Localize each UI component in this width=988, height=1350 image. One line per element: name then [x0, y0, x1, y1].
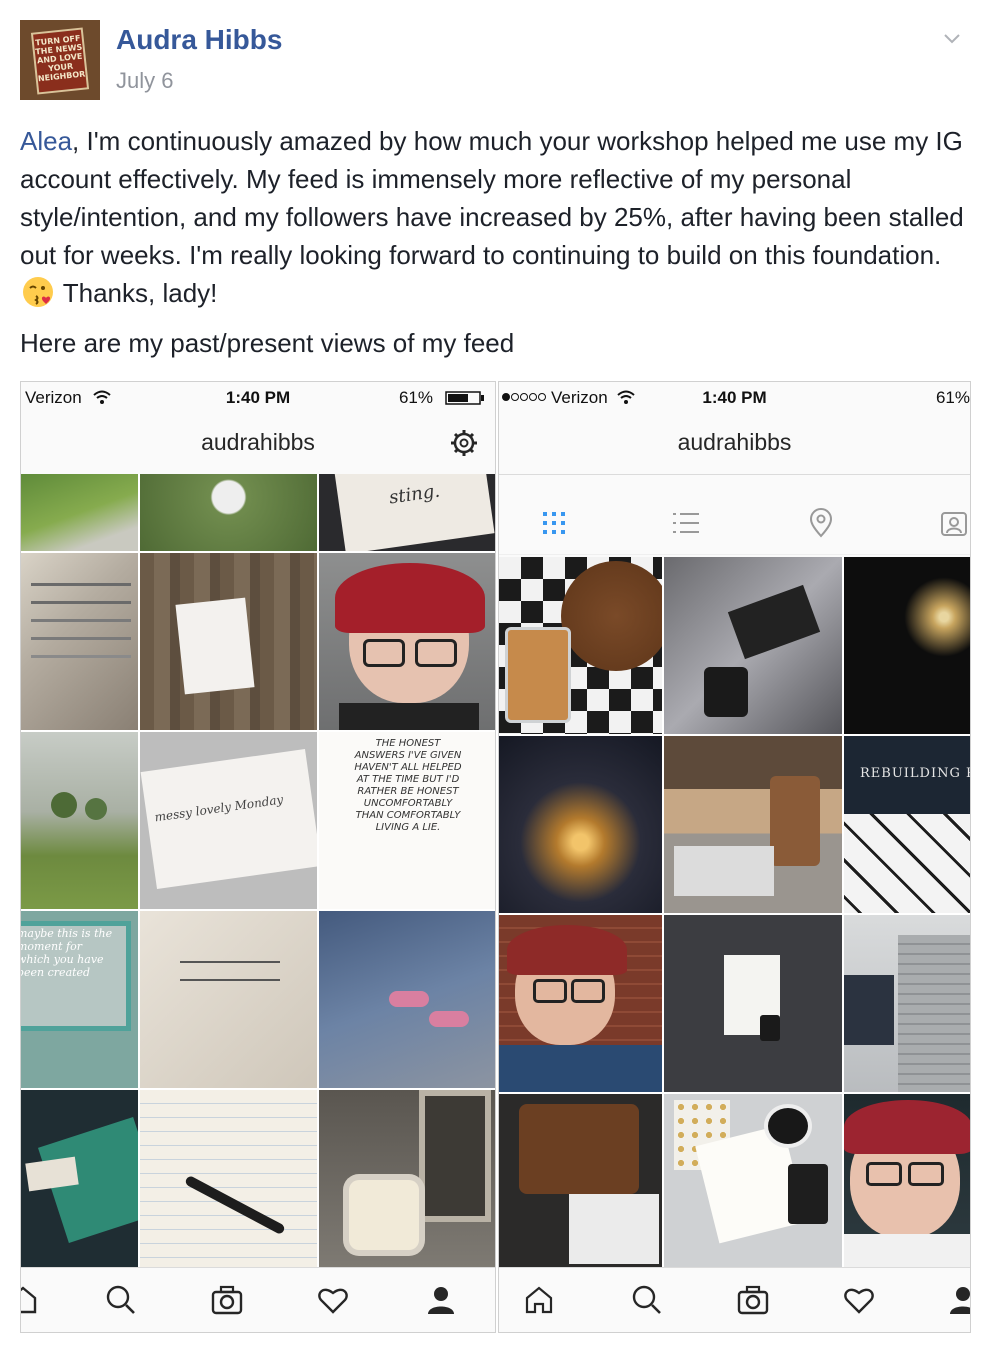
grid-photo[interactable]	[499, 1094, 662, 1268]
battery-label: 61%	[398, 388, 433, 407]
author-name[interactable]: Audra Hibbs	[116, 24, 282, 56]
grid-photo[interactable]	[844, 557, 970, 734]
photo-caption: THE HONEST ANSWERS I'VE GIVEN HAVEN'T AL…	[354, 738, 462, 833]
grid-photo[interactable]	[499, 915, 662, 1092]
grid-photo[interactable]	[140, 911, 317, 1088]
avatar-sign: TURN OFF THE NEWS AND LOVE YOUR NEIGHBOR	[30, 27, 90, 95]
grid-photo[interactable]: sting.	[319, 474, 495, 551]
photo-caption: maybe this is the moment for which you h…	[21, 927, 113, 979]
mention-link[interactable]: Alea	[20, 126, 72, 156]
home-icon[interactable]	[20, 1284, 39, 1316]
grid-photo[interactable]	[844, 1094, 970, 1268]
grid-photo[interactable]	[140, 474, 317, 551]
status-bar: Verizon 1:40 PM 61%	[21, 382, 495, 412]
grid-photo[interactable]	[664, 1094, 842, 1268]
grid-photo[interactable]	[319, 553, 495, 730]
grid-photo[interactable]: maybe this is the moment for which you h…	[21, 911, 138, 1088]
avatar[interactable]: TURN OFF THE NEWS AND LOVE YOUR NEIGHBOR	[20, 20, 100, 100]
gear-icon[interactable]	[449, 428, 479, 458]
post-body: Alea, I'm continuously amazed by how muc…	[20, 122, 970, 312]
clock-label: 1:40 PM	[702, 388, 767, 407]
photo-grid: sting. messy lovely Monday THE HONEST AN…	[21, 474, 495, 1268]
heart-icon[interactable]	[317, 1284, 349, 1316]
grid-photo[interactable]	[21, 732, 138, 909]
profile-nav: audrahibbs	[21, 412, 495, 475]
grid-photo[interactable]	[319, 1090, 495, 1268]
photo-grid: REBUILDING RU	[499, 557, 970, 1268]
grid-photo[interactable]	[319, 911, 495, 1088]
grid-photo[interactable]: THE HONEST ANSWERS I'VE GIVEN HAVEN'T AL…	[319, 732, 495, 909]
profile-icon[interactable]	[425, 1284, 457, 1316]
search-icon[interactable]	[105, 1284, 137, 1316]
profile-username: audrahibbs	[201, 429, 315, 455]
profile-username: audrahibbs	[677, 429, 792, 455]
home-icon[interactable]	[523, 1284, 555, 1316]
bottom-tab-bar	[21, 1267, 495, 1332]
grid-photo[interactable]	[21, 1090, 138, 1268]
post-body-text: , I'm continuously amazed by how much yo…	[20, 126, 964, 270]
grid-photo[interactable]	[664, 915, 842, 1092]
grid-photo[interactable]	[844, 915, 970, 1092]
grid-photo[interactable]	[21, 474, 138, 551]
location-icon[interactable]	[806, 508, 836, 538]
grid-photo[interactable]	[664, 557, 842, 734]
battery-icon	[445, 391, 484, 405]
grid-photo[interactable]	[21, 553, 138, 730]
camera-icon[interactable]	[737, 1284, 769, 1316]
battery-label: 61%	[935, 388, 970, 407]
camera-icon[interactable]	[211, 1284, 243, 1316]
post-body-thanks: Thanks, lady!	[56, 278, 218, 308]
tagged-photos-icon[interactable]	[939, 508, 969, 538]
grid-view-icon[interactable]	[539, 508, 569, 538]
bottom-tab-bar	[499, 1267, 970, 1332]
grid-photo[interactable]	[140, 553, 317, 730]
profile-view-tabs	[499, 492, 970, 555]
grid-photo[interactable]	[499, 557, 662, 734]
past-feed-screenshot[interactable]: Verizon 1:40 PM 61% audrahibbs sting. me…	[20, 381, 496, 1333]
search-icon[interactable]	[631, 1284, 663, 1316]
present-feed-screenshot[interactable]: Verizon 1:40 PM 61% audrahibbs REBUILDIN…	[498, 381, 971, 1333]
photo-caption: REBUILDING RU	[860, 766, 970, 781]
list-view-icon[interactable]	[671, 508, 701, 538]
post-body-second: Here are my past/present views of my fee…	[20, 328, 515, 358]
kiss-emoji-icon	[23, 277, 53, 307]
profile-icon[interactable]	[947, 1284, 971, 1316]
grid-photo[interactable]: messy lovely Monday	[140, 732, 317, 909]
heart-icon[interactable]	[843, 1284, 875, 1316]
grid-photo[interactable]	[499, 736, 662, 913]
chevron-down-icon[interactable]	[942, 28, 962, 48]
grid-photo[interactable]: REBUILDING RU	[844, 736, 970, 913]
grid-photo[interactable]	[664, 736, 842, 913]
grid-photo[interactable]	[140, 1090, 317, 1268]
post-header: TURN OFF THE NEWS AND LOVE YOUR NEIGHBOR…	[20, 20, 970, 100]
status-bar: Verizon 1:40 PM 61%	[499, 382, 970, 412]
profile-nav: audrahibbs	[499, 412, 970, 475]
post-date[interactable]: July 6	[116, 68, 173, 94]
